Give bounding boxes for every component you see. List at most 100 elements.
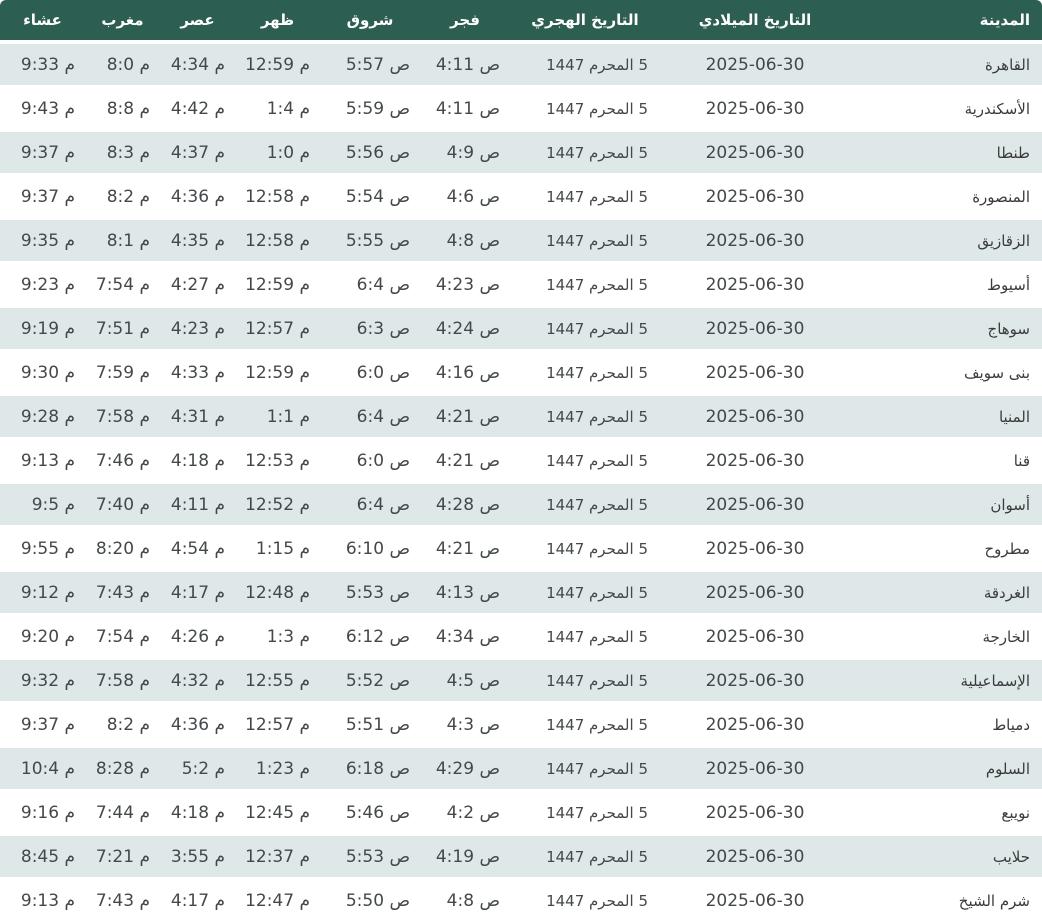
gregorian-cell: 2025-06-30: [660, 572, 850, 616]
dhuhr-cell: 12:45 م: [235, 792, 320, 836]
table-row: طنطا 2025-06-30 5 المحرم 1447 4:9 ص 5:56 ص 1:…: [0, 132, 1042, 176]
table-row: القاهرة 2025-06-30 5 المحرم 1447 4:11 ص 5:57…: [0, 44, 1042, 88]
table-row: الغردقة 2025-06-30 5 المحرم 1447 4:13 ص 5:53…: [0, 572, 1042, 616]
column-header-hijri: التاريخ الهجري: [510, 0, 660, 44]
maghrib-cell: 7:58 م: [85, 396, 160, 440]
dhuhr-cell: 1:23 م: [235, 748, 320, 792]
gregorian-cell: 2025-06-30: [660, 440, 850, 484]
asr-cell: 4:23 م: [160, 308, 235, 352]
city-cell: أسيوط: [850, 264, 1042, 308]
gregorian-cell: 2025-06-30: [660, 308, 850, 352]
asr-cell: 4:36 م: [160, 704, 235, 748]
asr-cell: 4:17 م: [160, 880, 235, 924]
dhuhr-cell: 12:58 م: [235, 220, 320, 264]
asr-cell: 4:11 م: [160, 484, 235, 528]
dhuhr-cell: 12:57 م: [235, 704, 320, 748]
city-cell: مطروح: [850, 528, 1042, 572]
dhuhr-cell: 12:59 م: [235, 44, 320, 88]
dhuhr-cell: 12:59 م: [235, 264, 320, 308]
table-row: المنصورة 2025-06-30 5 المحرم 1447 4:6 ص 5:54…: [0, 176, 1042, 220]
hijri-cell: 5 المحرم 1447: [510, 352, 660, 396]
hijri-cell: 5 المحرم 1447: [510, 220, 660, 264]
asr-cell: 4:31 م: [160, 396, 235, 440]
fajr-cell: 4:28 ص: [420, 484, 510, 528]
isha-cell: 9:13 م: [0, 880, 85, 924]
table-header: المدينة التاريخ الميلادي التاريخ الهجري …: [0, 0, 1042, 44]
table-row: بنى سويف 2025-06-30 5 المحرم 1447 4:16 ص 6:0…: [0, 352, 1042, 396]
asr-cell: 3:55 م: [160, 836, 235, 880]
dhuhr-cell: 12:58 م: [235, 176, 320, 220]
hijri-cell: 5 المحرم 1447: [510, 132, 660, 176]
sunrise-cell: 6:18 ص: [320, 748, 420, 792]
maghrib-cell: 7:44 م: [85, 792, 160, 836]
fajr-cell: 4:34 ص: [420, 616, 510, 660]
city-cell: الزقازيق: [850, 220, 1042, 264]
gregorian-cell: 2025-06-30: [660, 748, 850, 792]
maghrib-cell: 7:54 م: [85, 264, 160, 308]
city-cell: الأسكندرية: [850, 88, 1042, 132]
gregorian-cell: 2025-06-30: [660, 44, 850, 88]
isha-cell: 8:45 م: [0, 836, 85, 880]
column-header-maghrib: مغرب: [85, 0, 160, 44]
hijri-cell: 5 المحرم 1447: [510, 484, 660, 528]
city-cell: الإسماعيلية: [850, 660, 1042, 704]
maghrib-cell: 7:54 م: [85, 616, 160, 660]
table-row: نويبع 2025-06-30 5 المحرم 1447 4:2 ص 5:46 ص1…: [0, 792, 1042, 836]
city-cell: قنا: [850, 440, 1042, 484]
fajr-cell: 4:11 ص: [420, 88, 510, 132]
sunrise-cell: 5:56 ص: [320, 132, 420, 176]
fajr-cell: 4:11 ص: [420, 44, 510, 88]
maghrib-cell: 8:3 م: [85, 132, 160, 176]
maghrib-cell: 7:46 م: [85, 440, 160, 484]
isha-cell: 9:35 م: [0, 220, 85, 264]
hijri-cell: 5 المحرم 1447: [510, 836, 660, 880]
sunrise-cell: 5:51 ص: [320, 704, 420, 748]
table-row: الزقازيق 2025-06-30 5 المحرم 1447 4:8 ص 5:55…: [0, 220, 1042, 264]
city-cell: أسوان: [850, 484, 1042, 528]
column-header-gregorian: التاريخ الميلادي: [660, 0, 850, 44]
isha-cell: 9:43 م: [0, 88, 85, 132]
table-row: دمياط 2025-06-30 5 المحرم 1447 4:3 ص 5:51 ص1…: [0, 704, 1042, 748]
sunrise-cell: 6:4 ص: [320, 396, 420, 440]
fajr-cell: 4:6 ص: [420, 176, 510, 220]
sunrise-cell: 6:4 ص: [320, 484, 420, 528]
dhuhr-cell: 12:47 م: [235, 880, 320, 924]
gregorian-cell: 2025-06-30: [660, 176, 850, 220]
fajr-cell: 4:2 ص: [420, 792, 510, 836]
hijri-cell: 5 المحرم 1447: [510, 396, 660, 440]
maghrib-cell: 8:2 م: [85, 704, 160, 748]
isha-cell: 9:28 م: [0, 396, 85, 440]
hijri-cell: 5 المحرم 1447: [510, 616, 660, 660]
maghrib-cell: 7:58 م: [85, 660, 160, 704]
isha-cell: 9:19 م: [0, 308, 85, 352]
table-row: الإسماعيلية 2025-06-30 5 المحرم 1447 4:5 ص5…: [0, 660, 1042, 704]
asr-cell: 4:26 م: [160, 616, 235, 660]
asr-cell: 4:32 م: [160, 660, 235, 704]
city-cell: طنطا: [850, 132, 1042, 176]
asr-cell: 4:37 م: [160, 132, 235, 176]
sunrise-cell: 6:10 ص: [320, 528, 420, 572]
maghrib-cell: 8:28 م: [85, 748, 160, 792]
city-cell: حلايب: [850, 836, 1042, 880]
isha-cell: 9:5 م: [0, 484, 85, 528]
isha-cell: 9:55 م: [0, 528, 85, 572]
gregorian-cell: 2025-06-30: [660, 220, 850, 264]
column-header-city: المدينة: [850, 0, 1042, 44]
gregorian-cell: 2025-06-30: [660, 264, 850, 308]
gregorian-cell: 2025-06-30: [660, 396, 850, 440]
isha-cell: 10:4 م: [0, 748, 85, 792]
fajr-cell: 4:23 ص: [420, 264, 510, 308]
isha-cell: 9:23 م: [0, 264, 85, 308]
maghrib-cell: 8:0 م: [85, 44, 160, 88]
hijri-cell: 5 المحرم 1447: [510, 308, 660, 352]
city-cell: دمياط: [850, 704, 1042, 748]
dhuhr-cell: 1:3 م: [235, 616, 320, 660]
gregorian-cell: 2025-06-30: [660, 484, 850, 528]
table-row: الخارجة 2025-06-30 5 المحرم 1447 4:34 ص 6:12…: [0, 616, 1042, 660]
fajr-cell: 4:13 ص: [420, 572, 510, 616]
city-cell: السلوم: [850, 748, 1042, 792]
column-header-isha: عشاء: [0, 0, 85, 44]
asr-cell: 4:42 م: [160, 88, 235, 132]
hijri-cell: 5 المحرم 1447: [510, 880, 660, 924]
fajr-cell: 4:21 ص: [420, 396, 510, 440]
